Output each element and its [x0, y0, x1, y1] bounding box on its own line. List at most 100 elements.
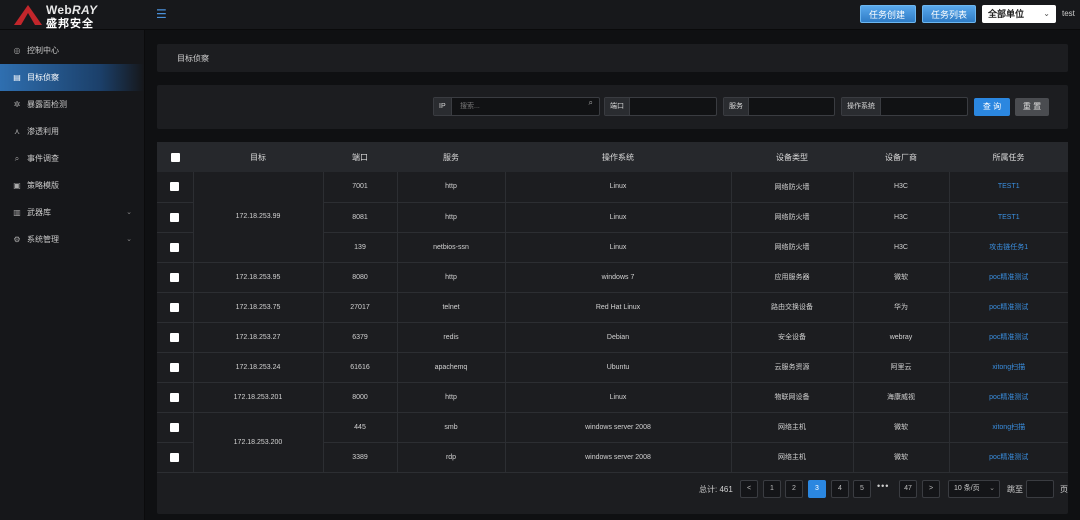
document-icon: ▤: [13, 73, 21, 82]
table-row: 172.18.253.200 445 smb windows server 20…: [157, 412, 1068, 473]
col-task[interactable]: 所属任务: [949, 142, 1068, 172]
chevron-down-icon: ⌄: [1043, 9, 1050, 18]
task-link[interactable]: poc精准测试: [949, 262, 1068, 293]
prev-page-button[interactable]: <: [740, 480, 758, 498]
service-cell: apachemq: [397, 352, 506, 383]
target-cell: 172.18.253.27: [193, 322, 324, 353]
main-content: 目标侦察 IP 搜索... ⌕ 端口 服务 操作系统 查 询 重 置 目标 端口…: [145, 30, 1080, 520]
row-checkbox[interactable]: [157, 262, 194, 293]
next-page-button[interactable]: >: [922, 480, 940, 498]
vendor-cell: H3C: [853, 172, 950, 203]
row-checkbox[interactable]: [157, 352, 194, 383]
service-label: 服务: [724, 98, 749, 115]
service-input[interactable]: [752, 98, 835, 115]
page-suffix: 页: [1060, 485, 1068, 494]
service-cell: http: [397, 382, 506, 413]
page-button-2[interactable]: 2: [785, 480, 803, 498]
sidebar-item-strategy-template[interactable]: ▣ 策略模版: [0, 172, 144, 199]
goto-page-input[interactable]: [1026, 480, 1054, 498]
unit-select[interactable]: 全部单位 ⌄: [982, 5, 1056, 23]
os-filter: 操作系统: [841, 97, 968, 116]
row-checkbox[interactable]: [157, 232, 194, 263]
results-table: 目标 端口 服务 操作系统 设备类型 设备厂商 所属任务 172.18.253.…: [157, 142, 1068, 473]
sidebar-item-arsenal[interactable]: ▥ 武器库 ⌄: [0, 199, 144, 226]
menu-toggle-icon[interactable]: ☰: [156, 8, 170, 20]
reset-button[interactable]: 重 置: [1015, 98, 1049, 116]
device-type-cell: 云服务资源: [731, 352, 854, 383]
port-cell: 27017: [323, 292, 398, 323]
search-icon[interactable]: ⌕: [589, 98, 593, 108]
page-button-3[interactable]: 3: [808, 480, 826, 498]
table-row: 172.18.253.201 8000 http Linux 物联网设备 海康威…: [157, 382, 1068, 413]
search-icon: ⌕: [14, 154, 20, 163]
page-button-4[interactable]: 4: [831, 480, 849, 498]
sidebar-item-exposure-detection[interactable]: ✲ 暴露面检测: [0, 91, 144, 118]
target-cell: 172.18.253.24: [193, 352, 324, 383]
sidebar-item-incident-investigation[interactable]: ⌕ 事件调查: [0, 145, 144, 172]
col-device-type[interactable]: 设备类型: [731, 142, 853, 172]
task-link[interactable]: poc精准测试: [949, 442, 1068, 473]
results-table-panel: 目标 端口 服务 操作系统 设备类型 设备厂商 所属任务 172.18.253.…: [157, 142, 1068, 514]
port-input[interactable]: [633, 98, 717, 115]
target-cell: 172.18.253.75: [193, 292, 324, 323]
page-button-last[interactable]: 47: [899, 480, 917, 498]
goto-label: 跳至: [1007, 485, 1023, 494]
vendor-cell: webray: [853, 322, 950, 353]
vendor-cell: 阿里云: [853, 352, 950, 383]
task-link[interactable]: 攻击链任务1: [949, 232, 1068, 263]
row-checkbox[interactable]: [157, 412, 194, 443]
vendor-cell: H3C: [853, 232, 950, 263]
sidebar-item-target-recon[interactable]: ▤ 目标侦察: [0, 64, 144, 91]
sidebar-item-penetration[interactable]: ⋏ 渗透利用: [0, 118, 144, 145]
port-cell: 8080: [323, 262, 398, 293]
row-checkbox[interactable]: [157, 442, 194, 473]
row-checkbox[interactable]: [157, 382, 194, 413]
query-button[interactable]: 查 询: [974, 98, 1010, 116]
pagination: 总计: 461 < 1 2 3 4 5 ••• 47 > 10 条/页 ⌄ 跳至…: [157, 480, 1068, 500]
chevron-down-icon: ⌄: [989, 485, 995, 492]
filter-panel: IP 搜索... ⌕ 端口 服务 操作系统 查 询 重 置: [157, 85, 1068, 129]
os-input[interactable]: [885, 98, 968, 115]
os-cell: windows 7: [505, 262, 732, 293]
ip-search-input[interactable]: 搜索...: [454, 98, 599, 115]
col-os[interactable]: 操作系统: [505, 142, 731, 172]
task-list-button[interactable]: 任务列表: [922, 5, 976, 23]
vendor-cell: 微软: [853, 442, 950, 473]
task-link[interactable]: TEST1: [949, 202, 1068, 233]
row-checkbox[interactable]: [157, 292, 194, 323]
task-link[interactable]: xitong扫描: [949, 412, 1068, 443]
task-link[interactable]: poc精准测试: [949, 382, 1068, 413]
target-cell: 172.18.253.99: [193, 172, 324, 263]
select-all-checkbox[interactable]: [157, 142, 193, 172]
os-cell: Linux: [505, 202, 732, 233]
task-link[interactable]: xitong扫描: [949, 352, 1068, 383]
os-cell: Red Hat Linux: [505, 292, 732, 323]
col-port[interactable]: 端口: [323, 142, 397, 172]
os-cell: Debian: [505, 322, 732, 353]
service-cell: netbios-ssn: [397, 232, 506, 263]
page-button-5[interactable]: 5: [853, 480, 871, 498]
user-name[interactable]: test: [1062, 9, 1075, 18]
task-link[interactable]: poc精准测试: [949, 292, 1068, 323]
row-checkbox[interactable]: [157, 202, 194, 233]
sidebar-item-control-center[interactable]: ◎ 控制中心: [0, 37, 144, 64]
col-vendor[interactable]: 设备厂商: [853, 142, 949, 172]
sidebar-item-system-management[interactable]: ⚙ 系统管理 ⌄: [0, 226, 144, 253]
chevron-down-icon: ⌄: [126, 236, 132, 243]
task-link[interactable]: poc精准测试: [949, 322, 1068, 353]
col-target[interactable]: 目标: [193, 142, 323, 172]
row-checkbox[interactable]: [157, 172, 194, 203]
more-pages-icon[interactable]: •••: [877, 481, 889, 491]
task-link[interactable]: TEST1: [949, 172, 1068, 203]
page-size-select[interactable]: 10 条/页 ⌄: [948, 480, 1000, 498]
os-cell: Linux: [505, 382, 732, 413]
row-checkbox[interactable]: [157, 322, 194, 353]
os-cell: Ubuntu: [505, 352, 732, 383]
port-cell: 61616: [323, 352, 398, 383]
task-create-button[interactable]: 任务创建: [860, 5, 916, 23]
page-button-1[interactable]: 1: [763, 480, 781, 498]
col-service[interactable]: 服务: [397, 142, 505, 172]
port-cell: 6379: [323, 322, 398, 353]
top-bar: WebRAY 盛邦安全 ☰ 任务创建 任务列表 全部单位 ⌄ test: [0, 0, 1080, 30]
device-type-cell: 安全设备: [731, 322, 854, 353]
